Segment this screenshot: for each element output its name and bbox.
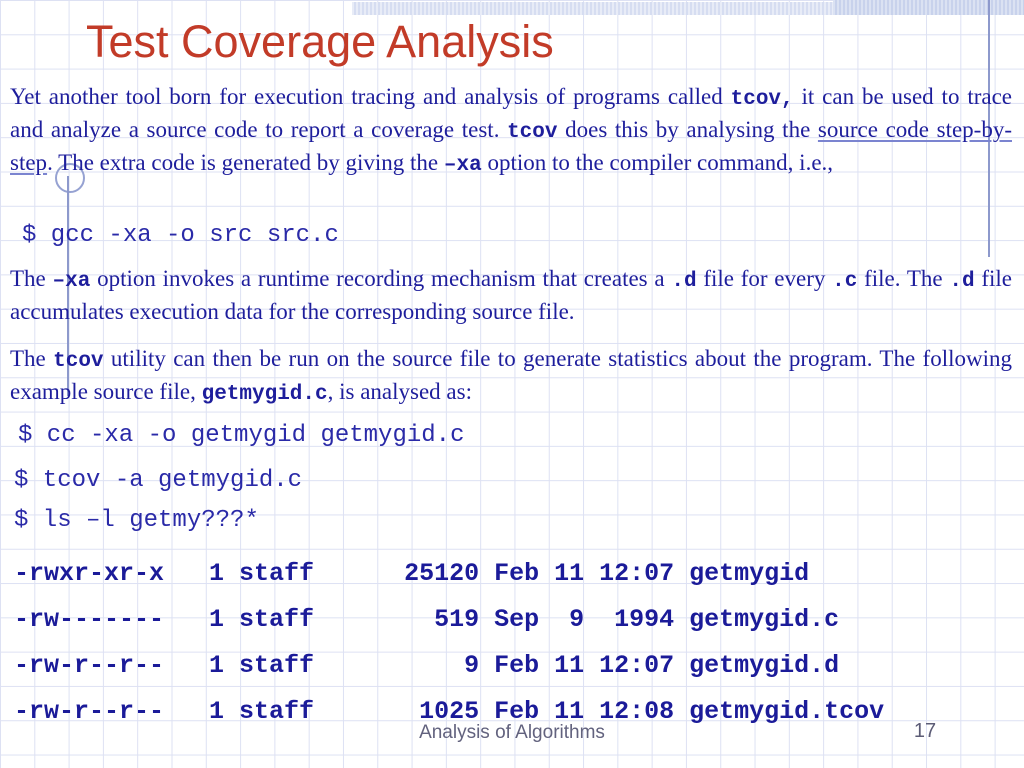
header-band-corner <box>833 0 1024 15</box>
text-segment: .d <box>671 270 697 293</box>
text-segment: The <box>10 266 53 291</box>
text-segment: file for every <box>696 266 833 291</box>
file-listing: -rwxr-xr-x 1 staff 25120 Feb 11 12:07 ge… <box>14 551 884 735</box>
paragraph-intro: Yet another tool born for execution trac… <box>10 82 1012 181</box>
text-segment: does this by analysing the <box>557 117 818 142</box>
slide-title: Test Coverage Analysis <box>86 16 554 67</box>
slide: Test Coverage Analysis Yet another tool … <box>0 0 1024 768</box>
file-listing-row: -rw------- 1 staff 519 Sep 9 1994 getmyg… <box>14 605 840 634</box>
text-segment: option to the compiler command, i.e., <box>481 150 834 175</box>
shell-command-line: $ gcc -xa -o src src.c <box>22 222 339 249</box>
text-segment: . The extra code is generated by giving … <box>47 150 444 175</box>
text-segment: .c <box>832 270 858 293</box>
text-segment: , is analysed as: <box>327 379 472 404</box>
paragraph-xa-option: The –xa option invokes a runtime recordi… <box>10 264 1012 327</box>
text-segment: tcov <box>53 350 104 373</box>
text-segment: option invokes a runtime recording mecha… <box>90 266 672 291</box>
text-segment: –xa <box>52 270 91 293</box>
text-segment: file. The <box>857 266 950 291</box>
footer-title: Analysis of Algorithms <box>419 722 605 743</box>
shell-command-line: $ tcov -a getmygid.c <box>14 467 303 494</box>
page-number: 17 <box>913 720 937 742</box>
text-segment: –xa <box>443 154 482 177</box>
text-segment: Yet another tool born for execution trac… <box>10 84 731 109</box>
file-listing-row: -rw-r--r-- 1 staff 9 Feb 11 12:07 getmyg… <box>14 651 840 680</box>
text-segment: The <box>10 346 54 371</box>
file-listing-row: -rwxr-xr-x 1 staff 25120 Feb 11 12:07 ge… <box>14 559 810 588</box>
text-segment: tcov, <box>730 88 794 111</box>
text-segment: tcov <box>507 121 558 144</box>
text-segment: utility can then be run on the source fi… <box>10 346 1012 404</box>
text-segment: getmygid.c <box>201 383 328 406</box>
shell-command-line: $ cc -xa -o getmygid getmygid.c <box>18 422 465 449</box>
shell-command-line: $ ls –l getmy???* <box>14 507 259 534</box>
text-segment: .d <box>949 270 975 293</box>
paragraph-tcov-utility: The tcov utility can then be run on the … <box>10 344 1012 410</box>
